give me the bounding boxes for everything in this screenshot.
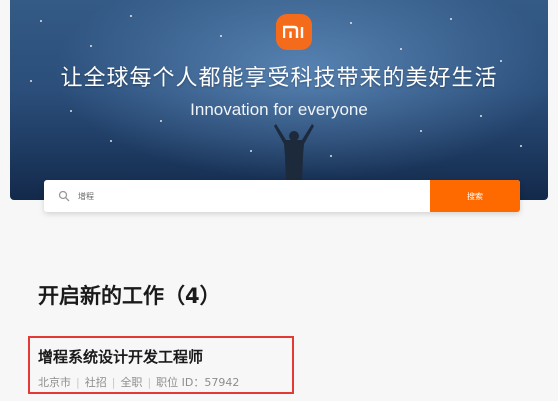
xiaomi-logo[interactable] xyxy=(276,14,312,50)
meta-divider: | xyxy=(147,376,152,389)
job-position-id: 职位 ID：57942 xyxy=(156,376,240,389)
job-title[interactable]: 增程系统设计开发工程师 xyxy=(38,346,203,367)
search-button[interactable]: 搜索 xyxy=(430,180,520,212)
hero-banner: 让全球每个人都能享受科技带来的美好生活 Innovation for every… xyxy=(10,0,548,200)
job-recruit-type: 社招 xyxy=(84,376,107,389)
meta-divider: | xyxy=(111,376,116,389)
hero-tagline: Innovation for everyone xyxy=(190,100,368,119)
job-work-type: 全职 xyxy=(120,376,143,389)
job-card[interactable]: 增程系统设计开发工程师 北京市 | 社招 | 全职 | 职位 ID：57942 xyxy=(28,336,294,394)
search-icon xyxy=(58,190,70,202)
mi-logo-icon xyxy=(283,25,304,38)
section-title: 开启新的工作（4） xyxy=(38,284,221,308)
person-silhouette-icon xyxy=(274,124,314,182)
hero-slogan: 让全球每个人都能享受科技带来的美好生活 xyxy=(60,66,498,91)
meta-divider: | xyxy=(76,376,80,389)
search-input[interactable] xyxy=(70,180,430,212)
job-search-bar: 搜索 xyxy=(44,180,520,212)
job-meta: 北京市 | 社招 | 全职 | 职位 ID：57942 xyxy=(38,374,239,390)
job-location: 北京市 xyxy=(38,376,71,389)
